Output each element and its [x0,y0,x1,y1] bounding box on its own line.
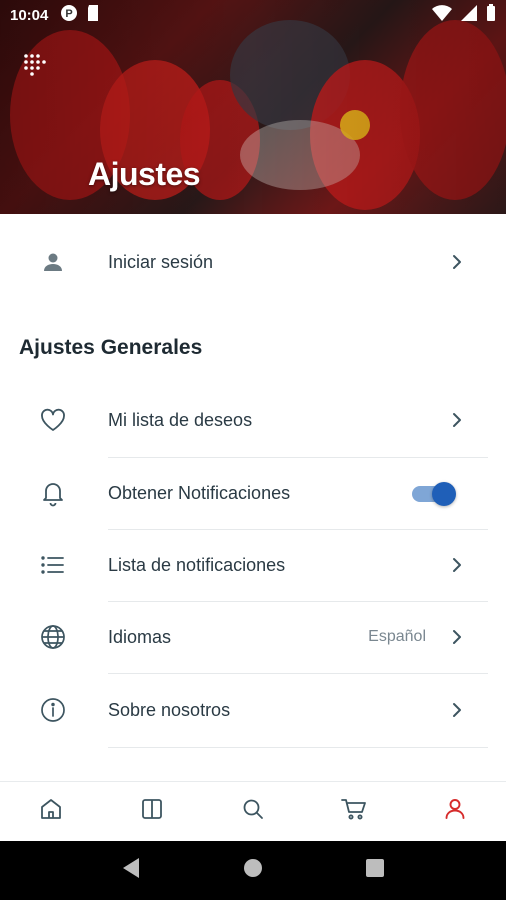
app-notification-icon: P [60,4,78,26]
home-icon [39,797,63,826]
about-row[interactable]: Sobre nosotros [0,674,506,746]
header-image: 10:04 P Ajustes [0,0,506,214]
svg-text:P: P [66,8,73,20]
notification-list-row[interactable]: Lista de notificaciones [0,529,506,601]
status-bar: 10:04 P [0,0,506,30]
book-icon [140,797,164,826]
globe-icon [38,622,68,652]
nav-cart[interactable] [304,782,405,841]
sd-card-icon [86,4,100,26]
home-button-icon[interactable] [242,857,264,884]
about-label: Sobre nosotros [108,699,231,720]
nav-search[interactable] [202,782,303,841]
bell-icon [38,478,68,508]
section-title-general: Ajustes Generales [19,336,203,359]
notifications-label: Obtener Notificaciones [108,482,291,503]
toggle-knob [432,482,456,506]
recents-icon[interactable] [365,858,385,883]
back-icon[interactable] [121,857,141,884]
notifications-toggle[interactable] [412,480,458,506]
bottom-navigation [0,781,506,841]
cart-icon [341,797,367,826]
battery-icon [486,4,496,26]
signal-icon [460,4,478,26]
status-time: 10:04 [10,6,49,24]
language-value: Español [368,628,426,645]
notifications-toggle-row[interactable]: Obtener Notificaciones [0,457,506,529]
system-navigation-bar [0,841,506,900]
person-icon [38,247,68,277]
chevron-right-icon [448,628,466,646]
wishlist-row[interactable]: Mi lista de deseos [0,384,506,456]
list-icon [38,550,68,580]
nav-home[interactable] [0,782,101,841]
notification-list-label: Lista de notificaciones [108,554,286,575]
nav-catalog[interactable] [101,782,202,841]
login-label: Iniciar sesión [108,251,214,272]
chevron-right-icon [448,701,466,719]
login-row[interactable]: Iniciar sesión [0,226,506,298]
profile-icon [443,797,467,826]
search-icon [241,797,265,826]
chevron-right-icon [448,411,466,429]
grid-menu-icon[interactable] [22,52,46,76]
language-row[interactable]: Idiomas Español [0,601,506,673]
wishlist-label: Mi lista de deseos [108,409,253,430]
chevron-right-icon [448,253,466,271]
language-label: Idiomas [108,626,172,647]
info-icon [38,695,68,725]
nav-profile[interactable] [405,782,506,841]
wifi-icon [432,4,452,26]
chevron-right-icon [448,556,466,574]
page-title: Ajustes [88,156,201,192]
divider [108,747,488,748]
heart-icon [38,405,68,435]
